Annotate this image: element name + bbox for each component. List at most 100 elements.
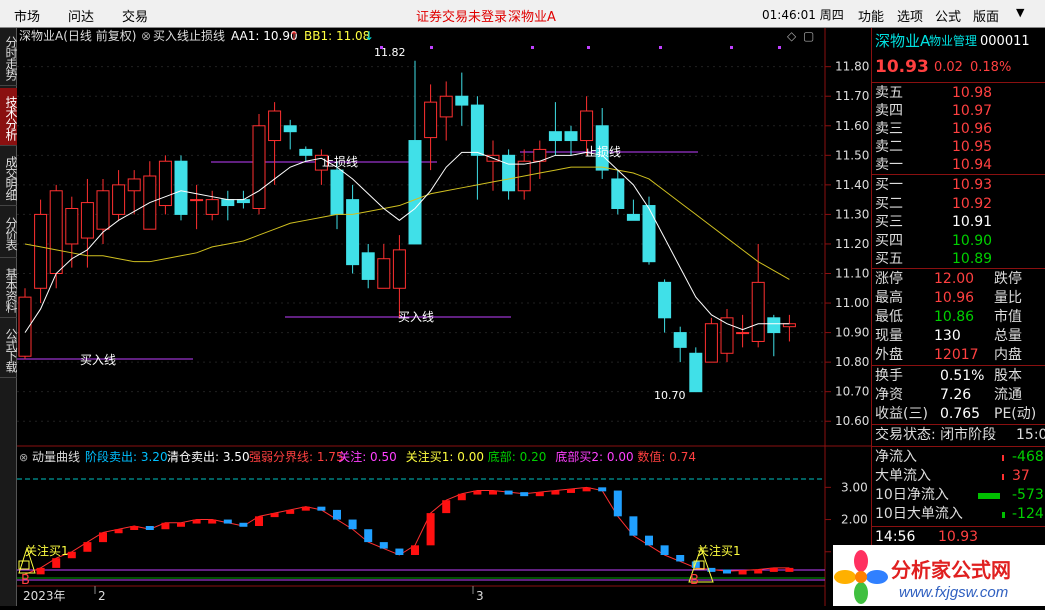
momentum-bars (24, 486, 794, 575)
candle-body (252, 125, 266, 209)
candle-body (626, 213, 640, 221)
y-axis-ticks: 11.80 11.70 11.60 11.50 11.40 11.30 11.20 11.10… (825, 60, 869, 428)
candle-body (751, 281, 765, 342)
candle-body (720, 317, 734, 354)
flow-bar (978, 493, 1000, 499)
stat-label: 最低 (875, 309, 903, 325)
stat-label-right: 市值 (994, 309, 1022, 325)
candle-body (34, 213, 48, 289)
aa1-arrow: ↑ (289, 29, 299, 43)
momentum-bar (286, 509, 295, 514)
fund-label: 收益(三) (875, 406, 928, 422)
candle-body (408, 140, 422, 245)
momentum-bar (270, 513, 279, 518)
stat-label-right: 内盘 (994, 347, 1022, 363)
menu-options[interactable]: 选项 (897, 6, 923, 25)
kline-chart[interactable]: 11.80 11.70 11.60 11.50 11.40 11.30 11.20 11.10… (17, 28, 871, 606)
candle-body (502, 154, 516, 192)
menu-trade[interactable]: 交易 (122, 6, 148, 25)
industry[interactable]: 物业管理 (929, 32, 977, 51)
settings-icon[interactable]: ▢ (803, 29, 814, 43)
momentum-bar (208, 519, 217, 524)
momentum-bar (83, 542, 92, 552)
tab-technical[interactable]: 技术分析 (0, 88, 18, 146)
momentum-bar (379, 542, 388, 549)
menu-formula[interactable]: 公式 (935, 6, 961, 25)
high-price-label: 11.82 (374, 46, 406, 59)
stat-label-right: 总量 (994, 328, 1022, 344)
sub-header: ⊗ 动量曲线 阶段卖出: 3.20 清仓卖出: 3.50 强弱分界线: 1.75关注… (19, 449, 696, 464)
tab-fundamentals[interactable]: 基本资料 (0, 260, 18, 318)
candle-body (190, 199, 204, 202)
tab-price-table[interactable]: 分价表 (0, 208, 18, 258)
candle-body (580, 110, 594, 142)
flow-label: 净流入 (875, 449, 917, 465)
y-tick-label: 11.40 (835, 178, 869, 192)
momentum-bar (411, 545, 419, 555)
candle-body (127, 178, 141, 192)
momentum-bar (255, 516, 263, 526)
logo-title: 分析家公式网 (891, 558, 1011, 582)
menu-layout[interactable]: 版面 (973, 6, 999, 25)
candle-body (299, 148, 313, 156)
bid-label: 买四 (875, 232, 903, 249)
ask-price: 10.97 (952, 103, 993, 119)
ask-label: 卖四 (875, 103, 903, 119)
momentum-bar (457, 493, 466, 501)
fund-value: 0.765 (940, 406, 981, 422)
momentum-bar (99, 532, 107, 543)
flow-bar (1002, 455, 1004, 461)
momentum-bar (333, 509, 341, 520)
signal-label-1: 关注买1 (25, 543, 69, 558)
bid-label: 买五 (875, 251, 903, 267)
last-price: 10.93 (875, 57, 929, 77)
chevron-down-icon[interactable]: ▼ (1016, 6, 1024, 19)
momentum-bar (785, 567, 794, 572)
momentum-bar (67, 551, 76, 559)
fund-label: 换手 (875, 368, 903, 384)
stop-loss-label-1: 止损线 (322, 155, 358, 169)
momentum-bar (442, 500, 451, 514)
tab-intraday[interactable]: 分时走势 (0, 28, 18, 86)
flow-label: 10日净流入 (875, 487, 949, 503)
indicator-name[interactable]: 买入线止损线 (153, 29, 225, 43)
bid-price: 10.89 (952, 251, 993, 267)
login-alert[interactable]: 证券交易未登录 (416, 6, 507, 25)
menu-function[interactable]: 功能 (858, 6, 884, 25)
tab-trades[interactable]: 成交明细 (0, 148, 18, 206)
tab-formula-download[interactable]: 公式下载 (0, 320, 18, 378)
menu-market[interactable]: 市场 (14, 6, 40, 25)
candle-body (283, 125, 297, 133)
menu-wenda[interactable]: 问达 (68, 6, 94, 25)
menu-bar: 市场 问达 交易 证券交易未登录 深物业A 01:46:01 周四 功能 选项 … (0, 0, 1045, 28)
ask-label: 卖一 (875, 157, 903, 173)
flow-value: 37 (1012, 468, 1030, 484)
y-tick-label: 10.70 (835, 385, 869, 399)
candles (18, 60, 796, 393)
sub-title[interactable]: 动量曲线 (32, 450, 80, 464)
momentum-bar (551, 490, 560, 495)
close-icon[interactable]: ⊗ (141, 29, 151, 43)
flow-label: 10日大单流入 (875, 506, 963, 522)
momentum-bar (535, 492, 544, 497)
sub-param: 强弱分界线: 1.75 (249, 450, 344, 464)
candle-body (642, 205, 656, 263)
current-stock: 深物业A (508, 10, 556, 25)
bid-price: 10.92 (952, 195, 993, 212)
buy-line-label-1: 买入线 (80, 353, 116, 367)
fund-label-right: 流通 (994, 387, 1022, 403)
flow-value: -468 (1012, 449, 1044, 465)
candle-body (736, 332, 750, 335)
diamond-icon[interactable]: ◇ (787, 29, 797, 43)
momentum-bar (426, 513, 435, 546)
signal-markers: 关注买1 B 关注买1 B (18, 543, 741, 588)
sub-param: 数值: 0.74 (637, 449, 696, 464)
stat-label: 外盘 (875, 347, 903, 363)
momentum-bar (676, 555, 685, 562)
bid-label: 买三 (875, 214, 903, 230)
momentum-bar (177, 522, 185, 527)
momentum-bar (582, 487, 591, 492)
ask-label: 卖三 (875, 121, 903, 137)
sub-close-icon[interactable]: ⊗ (19, 451, 28, 464)
signal-b-2: B (690, 573, 699, 588)
